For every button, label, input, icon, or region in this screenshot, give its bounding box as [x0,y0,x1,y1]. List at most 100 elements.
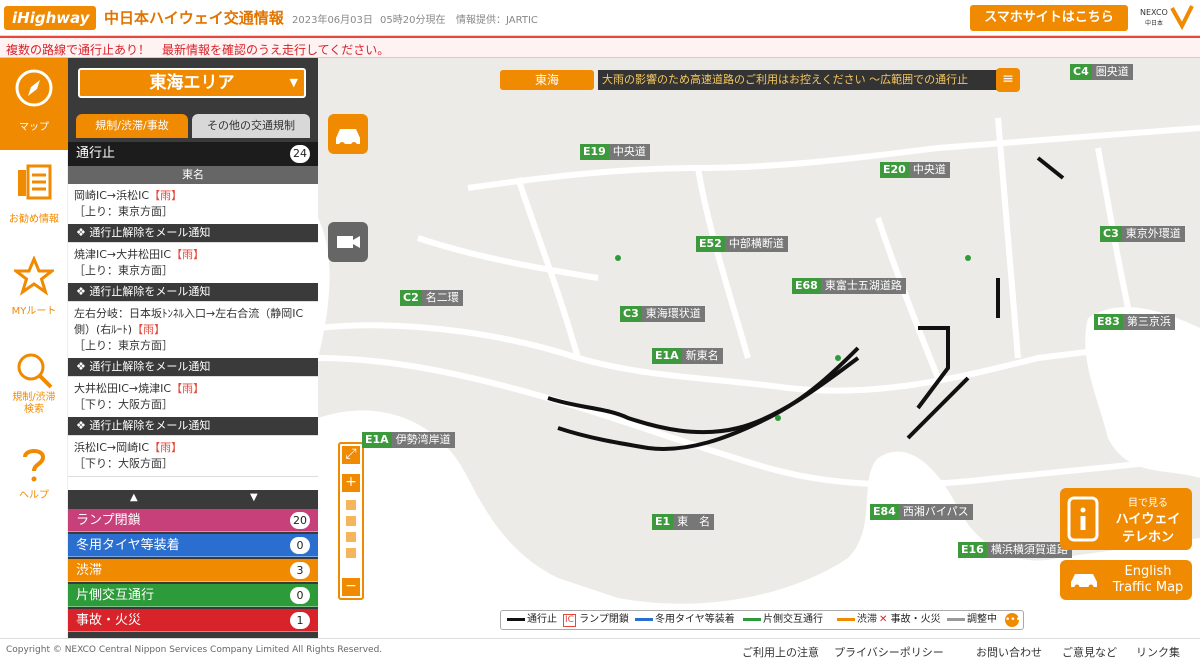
ihighway-logo[interactable]: iHighway [4,6,96,30]
road-label-e68[interactable]: E68 東富士五湖道路 [792,278,906,294]
road-label-e16[interactable]: E16 横浜横須賀道路 [958,542,1072,558]
ticker-menu-button[interactable]: ≡ [996,68,1020,92]
closure-list[interactable]: 岡崎IC→浜松IC【雨】 ［上り：東京方面］ ❖ 通行止解除をメール通知 焼津I… [68,184,318,490]
road-label-e20[interactable]: E20 中央道 [880,162,950,178]
nexco-logo[interactable]: NEXCO 中日本 [1136,4,1194,32]
stat-label: ランプ閉鎖 [76,513,141,528]
header: iHighway 中日本ハイウェイ交通情報 2023年06月03日 05時20分… [0,0,1200,36]
traffic-map[interactable]: 東海 大雨の影響のため高速道路のご利用はお控えください ～広範囲での通行止 ≡ … [318,58,1200,638]
closure-route: 左右分岐：日本坂ﾄﾝﾈﾙ入口→左右合流（静岡IC側）(右ﾙｰﾄ) [74,307,304,336]
footer-link-terms[interactable]: ご利用上の注意 [742,644,819,660]
closure-direction: ［上り：東京方面］ [74,205,173,218]
nav-recommended[interactable]: お勧め情報 [0,152,68,244]
road-label-e1a-isewan[interactable]: E1A 伊勢湾岸道 [362,432,455,448]
zoom-out-button[interactable]: − [342,578,360,596]
mail-notify-link[interactable]: ❖ 通行止解除をメール通知 [68,358,318,376]
footer-link-links[interactable]: リンク集 [1136,644,1180,660]
road-label-c2[interactable]: C2 名二環 [400,290,463,306]
rain-tag: 【雨】 [149,189,183,202]
stat-accident-fire[interactable]: 事故・火災 1 [68,609,318,632]
area-value: 東海エリア [149,73,235,93]
tab-regulation[interactable]: 規制/渋滞/事故 [76,114,188,138]
legend-alternating: 片側交互通行 [743,613,823,627]
road-label-e84[interactable]: E84 西湘バイパス [870,504,973,520]
nav-my-route[interactable]: MYルート [0,246,68,338]
stat-count-badge: 1 [290,612,310,629]
road-label-e52[interactable]: E52 中部横断道 [696,236,788,252]
tab-other-regulation[interactable]: その他の交通規制 [192,114,310,138]
route-header: 東名 [68,166,318,184]
site-title: 中日本ハイウェイ交通情報 [104,9,284,27]
stat-congestion[interactable]: 渋滞 3 [68,559,318,582]
nav-help[interactable]: ヘルプ [0,434,68,526]
stat-count-badge: 0 [290,537,310,554]
closure-direction: ［上り：東京方面］ [74,264,173,277]
data-provider: 情報提供：JARTIC [456,15,538,26]
footer-link-contact[interactable]: お問い合わせ [976,644,1042,660]
area-select[interactable]: 東海エリア ▼ [78,68,306,98]
list-item[interactable]: 浜松IC→岡崎IC【雨】 ［下り：大阪方面］ [68,436,318,477]
fullscreen-icon[interactable]: ⤢ [342,446,360,464]
road-label-e19[interactable]: E19 中央道 [580,144,650,160]
road-label-e1a-shintomei[interactable]: E1A 新東名 [652,348,723,364]
stat-alternating-traffic[interactable]: 片側交互通行 0 [68,584,318,607]
tokyo-bay [1085,307,1200,478]
news-ticker[interactable]: 大雨の影響のため高速道路のご利用はお控えください ～広範囲での通行止 [598,70,1014,90]
scroll-down-icon[interactable]: ▼ [250,492,258,503]
smartphone-site-button[interactable]: スマホサイトはこちら [970,5,1128,31]
phone-info-icon [1067,496,1099,542]
list-item[interactable]: 岡崎IC→浜松IC【雨】 ［上り：東京方面］ ❖ 通行止解除をメール通知 [68,184,318,243]
footer-link-privacy[interactable]: プライバシーポリシー [834,644,944,660]
traffic-car-button[interactable] [328,114,368,154]
update-time: 05時20分現在 [380,15,446,26]
mail-notify-link[interactable]: ❖ 通行止解除をメール通知 [68,417,318,435]
closure-direction: ［下り：大阪方面］ [74,457,173,470]
stat-ramp-closure[interactable]: ランプ閉鎖 20 [68,509,318,532]
alert-bar[interactable]: 複数の路線で通行止あり！ 最新情報を確認のうえ走行してください。 [0,36,1200,58]
side-panel: 東海エリア ▼ 規制/渋滞/事故 その他の交通規制 通行止 24 東名 岡崎IC… [68,58,318,638]
legend-swatch [507,617,525,621]
zoom-in-button[interactable]: + [342,474,360,492]
highway-telephone-banner[interactable]: 目で見る ハイウェイ テレホン [1060,488,1192,550]
english-traffic-map-banner[interactable]: English Traffic Map [1060,560,1192,600]
nav-map[interactable]: マップ [0,58,68,150]
car-icon [336,129,360,148]
rain-tag: 【雨】 [149,441,183,454]
legend-winter-tire: 冬用タイヤ等装着 [635,613,735,627]
stat-count-badge: 20 [290,512,310,529]
closure-direction: ［上り：東京方面］ [74,339,173,352]
zoom-level-segment[interactable] [346,500,356,510]
mail-notify-link[interactable]: ❖ 通行止解除をメール通知 [68,224,318,242]
list-item[interactable]: 左右分岐：日本坂ﾄﾝﾈﾙ入口→左右合流（静岡IC側）(右ﾙｰﾄ)【雨】 ［上り：… [68,302,318,377]
footer-link-feedback[interactable]: ご意見など [1062,644,1117,660]
road-label-c3-gaikan[interactable]: C3 東京外環道 [1100,226,1185,242]
road-label-e83[interactable]: E83 第三京浜 [1094,314,1175,330]
zoom-level-segment[interactable] [346,548,356,558]
rain-tag: 【雨】 [171,382,205,395]
road-label-e1-tomei[interactable]: E1 東 名 [652,514,715,530]
closure-route: 焼津IC→大井松田IC [74,248,172,261]
map-legend: 通行止 IC ランプ閉鎖 冬用タイヤ等装着 片側交互通行 渋滞 ✕ 事故・火災 … [500,610,1024,630]
legend-more-icon[interactable]: ••• [1005,613,1021,627]
scroll-up-icon[interactable]: ▲ [130,492,138,503]
nexco-name: 中日本 [1144,20,1163,27]
road-label-c4[interactable]: C4 圏央道 [1070,64,1133,80]
update-date: 2023年06月03日 [292,15,373,26]
legend-congestion: 渋滞 [837,613,877,627]
nav-search[interactable]: 規制/渋滞 検索 [0,340,68,432]
chevron-down-icon: ▼ [289,76,298,89]
zoom-level-segment[interactable] [346,516,356,526]
mail-notify-link[interactable]: ❖ 通行止解除をメール通知 [68,283,318,301]
list-item[interactable]: 大井松田IC→焼津IC【雨】 ［下り：大阪方面］ ❖ 通行止解除をメール通知 [68,377,318,436]
zoom-level-segment[interactable] [346,532,356,542]
camera-button[interactable] [328,222,368,262]
banner-text: テレホン [1121,530,1174,545]
list-item[interactable]: 焼津IC→大井松田IC【雨】 ［上り：東京方面］ ❖ 通行止解除をメール通知 [68,243,318,302]
closure-header[interactable]: 通行止 24 [68,142,318,166]
stat-winter-tire[interactable]: 冬用タイヤ等装着 0 [68,534,318,557]
stat-label: 冬用タイヤ等装着 [76,538,180,553]
banner-text: Traffic Map [1112,580,1184,595]
road-label-c3[interactable]: C3 東海環状道 [620,306,705,322]
search-icon [17,353,53,389]
stat-count-badge: 3 [290,562,310,579]
